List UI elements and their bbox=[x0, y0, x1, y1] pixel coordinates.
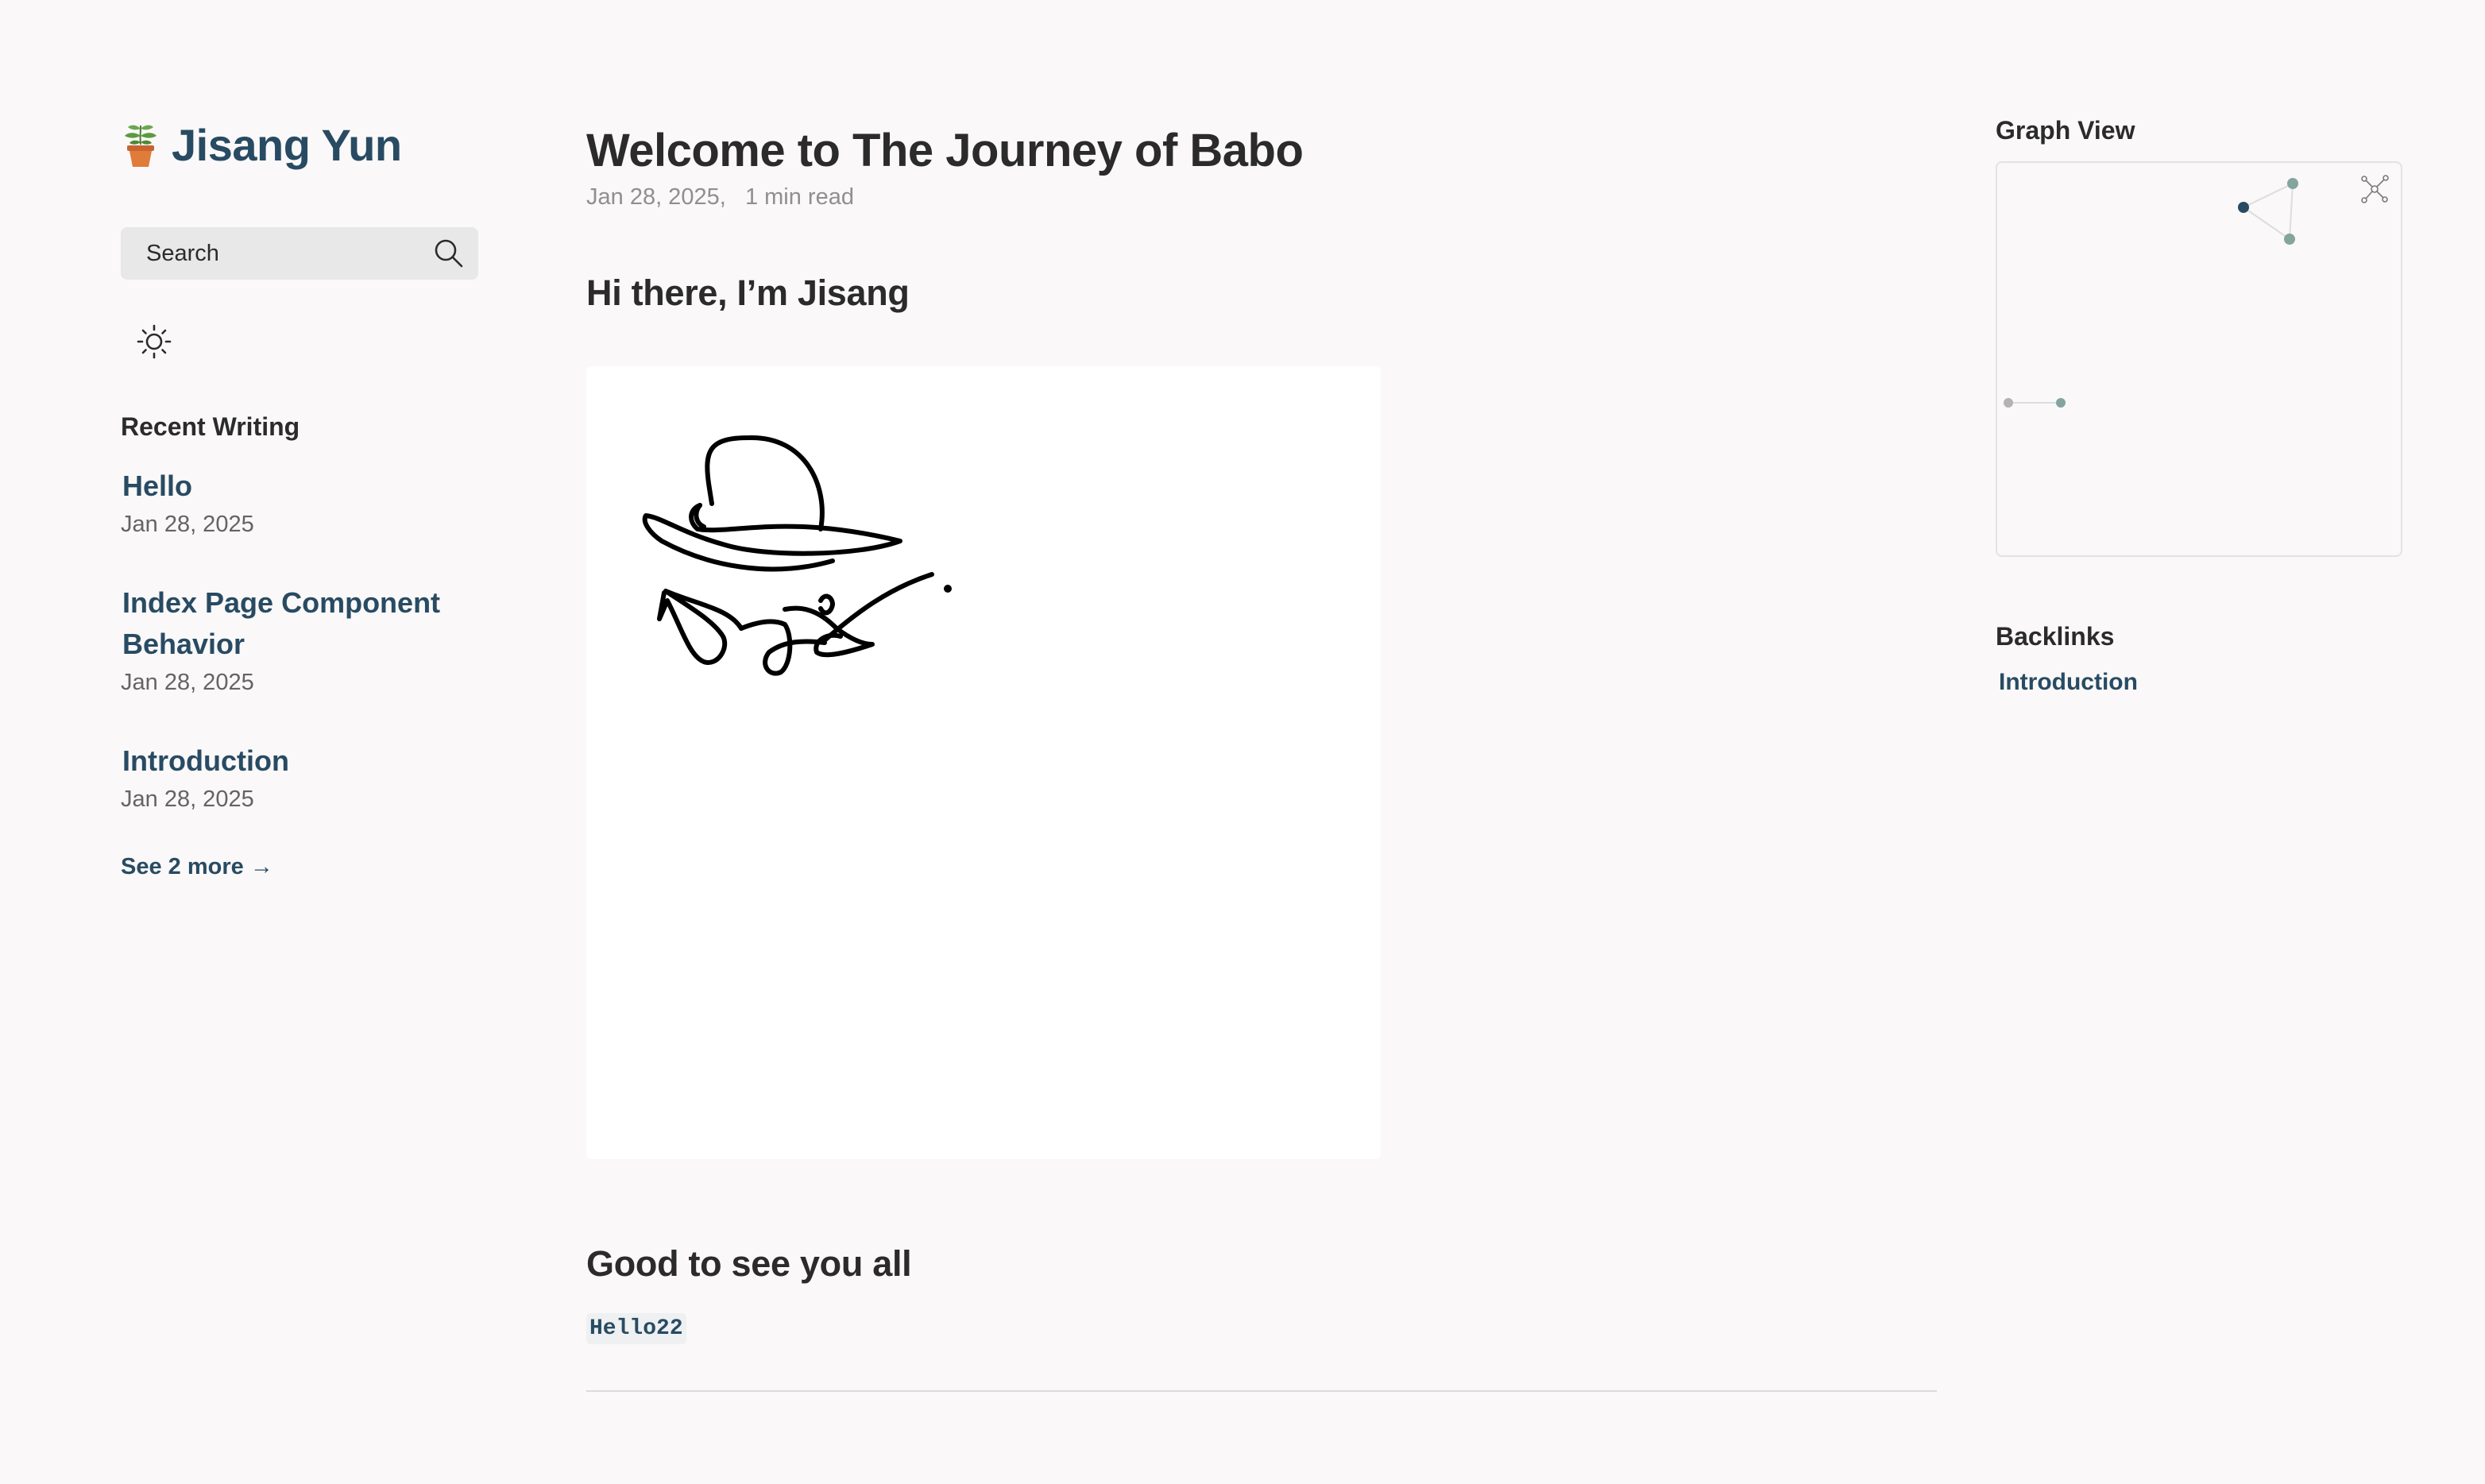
graph-view-heading: Graph View bbox=[1996, 116, 2135, 145]
site-brand: Jisang Yun bbox=[121, 111, 478, 178]
graph-view[interactable] bbox=[1996, 161, 2402, 557]
list-item: Index Page Component Behavior Jan 28, 20… bbox=[121, 582, 478, 696]
list-item: Introduction Jan 28, 2025 bbox=[121, 740, 478, 813]
graph-node-current[interactable] bbox=[2238, 202, 2249, 213]
content-divider bbox=[586, 1390, 1937, 1392]
tag-link[interactable]: Hello22 bbox=[586, 1313, 686, 1344]
right-sidebar: Graph View Backlinks Introduction bbox=[1996, 116, 2402, 696]
site-title-link[interactable]: Jisang Yun bbox=[172, 119, 402, 171]
graph-node[interactable] bbox=[2004, 398, 2013, 408]
backlinks-heading: Backlinks bbox=[1996, 622, 2115, 651]
article-meta: Jan 28, 2025, 1 min read bbox=[586, 184, 1937, 211]
global-graph-icon[interactable] bbox=[2359, 174, 2390, 204]
recent-writing-list: Hello Jan 28, 2025 Index Page Component … bbox=[121, 466, 478, 813]
left-sidebar: Jisang Yun Search Recent Writing Hello J… bbox=[121, 111, 478, 880]
article-date: Jan 28, 2025, bbox=[586, 184, 726, 210]
graph-canvas[interactable] bbox=[1997, 163, 2401, 555]
graph-node[interactable] bbox=[2056, 398, 2066, 408]
page-title: Welcome to The Journey of Babo bbox=[586, 125, 1304, 176]
list-item: Hello Jan 28, 2025 bbox=[121, 466, 478, 538]
recent-item-link[interactable]: Introduction bbox=[121, 740, 478, 782]
sketch-drawing bbox=[642, 435, 952, 676]
potted-plant-icon bbox=[125, 125, 157, 167]
recent-item-date: Jan 28, 2025 bbox=[121, 786, 254, 812]
recent-item-link[interactable]: Hello bbox=[121, 466, 478, 507]
search-input[interactable]: Search bbox=[121, 227, 478, 280]
reading-time: 1 min read bbox=[744, 184, 854, 210]
recent-writing-heading: Recent Writing bbox=[121, 412, 300, 441]
heading-greeting: Good to see you all bbox=[586, 1243, 912, 1284]
article: Welcome to The Journey of Babo Jan 28, 2… bbox=[586, 111, 1937, 1392]
graph-node[interactable] bbox=[2287, 178, 2298, 189]
sun-icon[interactable] bbox=[135, 323, 173, 361]
recent-item-link[interactable]: Index Page Component Behavior bbox=[121, 582, 478, 665]
recent-item-date: Jan 28, 2025 bbox=[121, 670, 254, 695]
backlink-item[interactable]: Introduction bbox=[1996, 669, 2402, 696]
search-icon bbox=[435, 239, 463, 268]
recent-item-date: Jan 28, 2025 bbox=[121, 512, 254, 537]
hand-drawn-image bbox=[586, 366, 1381, 1159]
heading-intro: Hi there, I’m Jisang bbox=[586, 272, 910, 313]
see-more-link[interactable]: See 2 more → bbox=[121, 854, 273, 880]
page: Jisang Yun Search Recent Writing Hello J… bbox=[0, 0, 2485, 1484]
graph-node[interactable] bbox=[2284, 234, 2295, 245]
search-placeholder: Search bbox=[146, 240, 219, 266]
